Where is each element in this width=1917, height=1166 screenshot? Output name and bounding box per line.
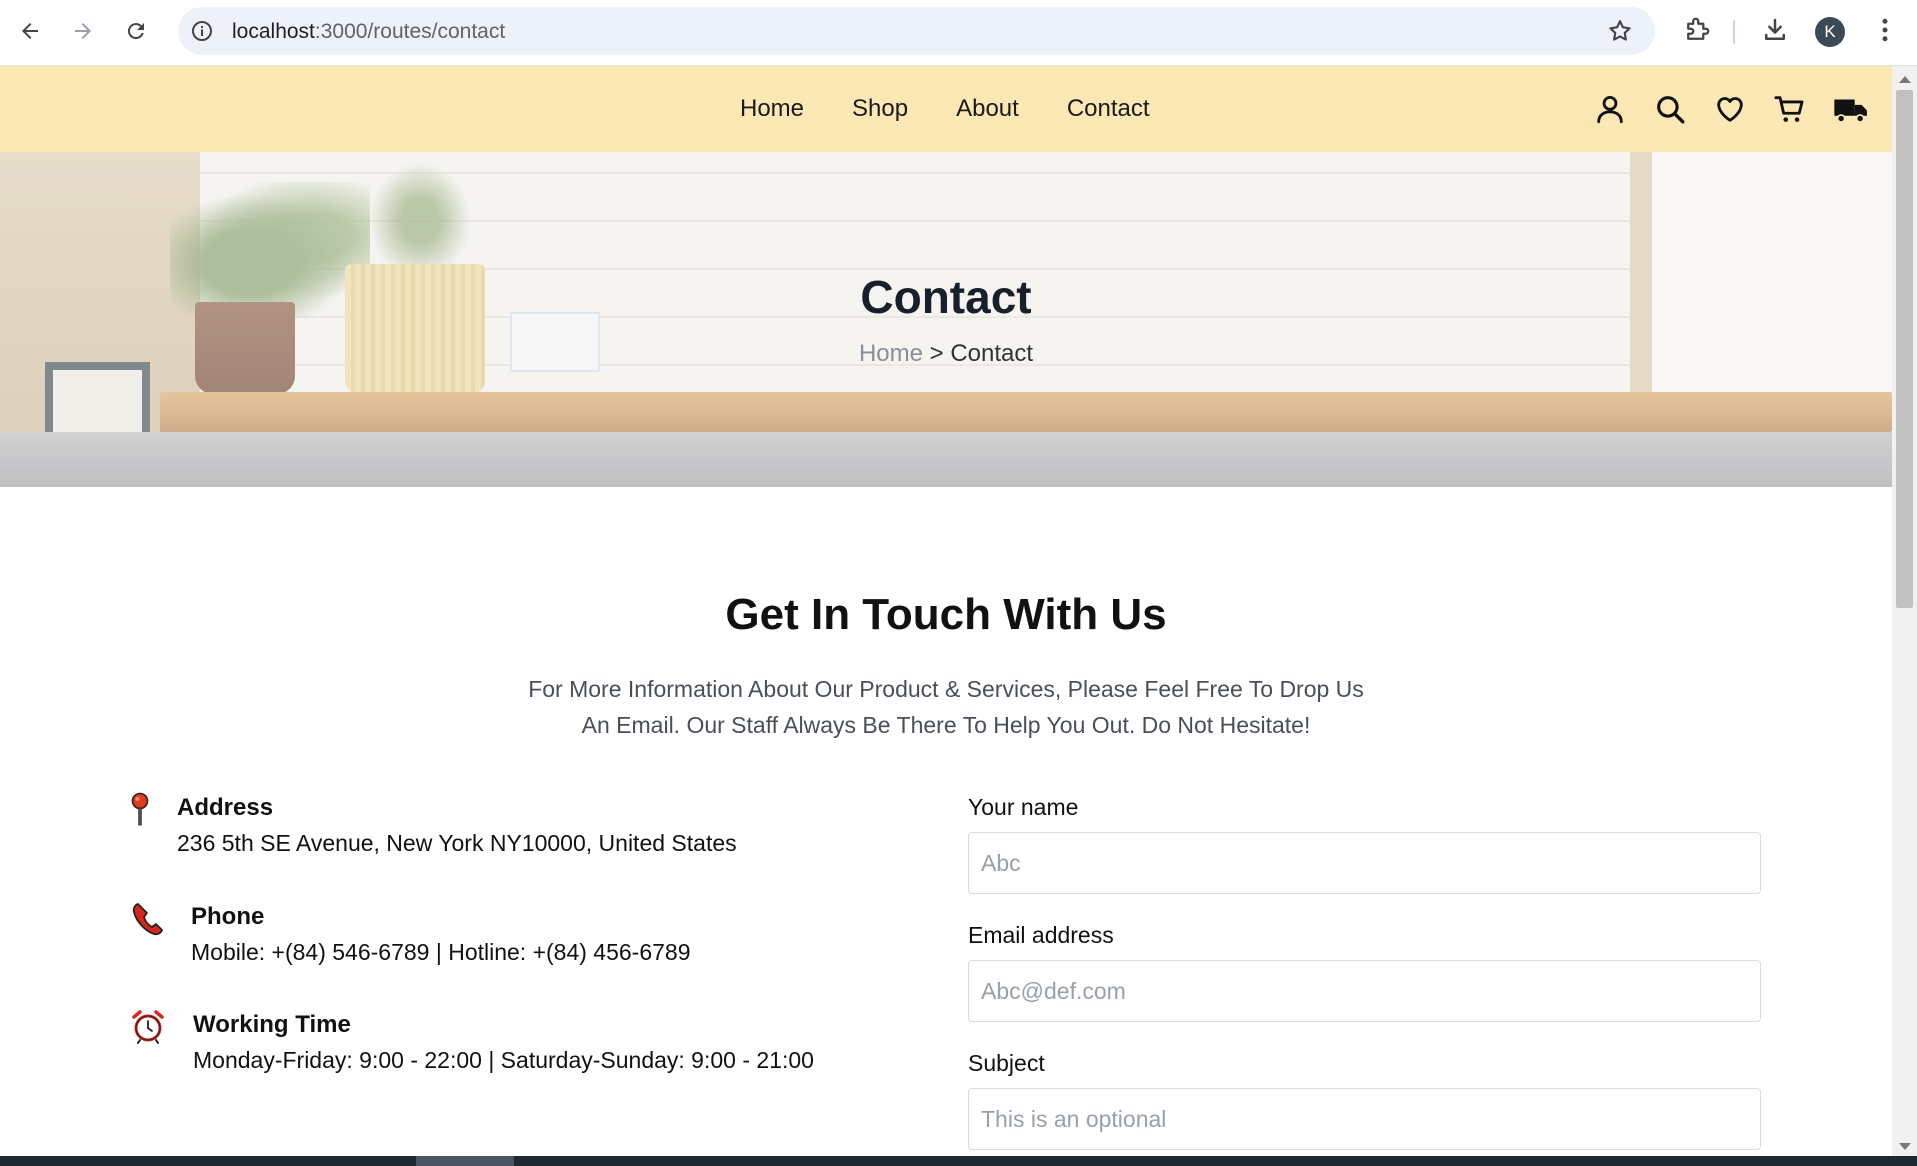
cart-icon[interactable] (1773, 92, 1807, 126)
subject-input[interactable] (968, 1088, 1761, 1150)
address-text: 236 5th SE Avenue, New York NY10000, Uni… (177, 830, 737, 856)
url-host: localhost (232, 20, 315, 43)
heart-icon[interactable] (1713, 92, 1747, 126)
address-bar[interactable]: localhost:3000/routes/contact (178, 7, 1655, 55)
working-time-text: Monday-Friday: 9:00 - 22:00 | Saturday-S… (193, 1047, 814, 1073)
alarm-clock-icon (130, 1008, 166, 1044)
phone-icon (130, 901, 166, 937)
section-description: For More Information About Our Product &… (496, 671, 1396, 743)
profile-avatar[interactable]: K (1815, 17, 1845, 47)
phone-title: Phone (191, 903, 265, 930)
page-scrollbar-thumb[interactable] (1896, 90, 1913, 608)
toolbar-separator (1733, 20, 1735, 44)
horizontal-scrollbar[interactable] (0, 1156, 1917, 1166)
section-heading: Get In Touch With Us (725, 590, 1167, 639)
horizontal-scrollbar-thumb[interactable] (416, 1156, 514, 1166)
reload-icon[interactable] (118, 13, 154, 49)
main-nav: Home Shop About Contact (740, 66, 1198, 152)
scroll-down-arrow-icon[interactable] (1899, 1143, 1911, 1150)
nav-about-link[interactable]: About (956, 95, 1019, 123)
url-path: :3000/routes/contact (314, 20, 506, 43)
working-time-title: Working Time (193, 1011, 351, 1038)
breadcrumb-home-link[interactable]: Home (859, 340, 923, 367)
search-icon[interactable] (1653, 92, 1687, 126)
nav-contact-link[interactable]: Contact (1067, 95, 1150, 123)
forward-arrow-icon[interactable] (65, 13, 101, 49)
extensions-icon[interactable] (1682, 15, 1712, 45)
subject-label: Subject (968, 1050, 1045, 1076)
email-input[interactable] (968, 960, 1761, 1022)
page-banner: Contact Home > Contact (0, 152, 1892, 487)
truck-icon[interactable] (1833, 92, 1871, 126)
bookmark-star-icon[interactable] (1607, 18, 1633, 44)
name-label: Your name (968, 794, 1079, 820)
address-title: Address (177, 794, 274, 821)
description-line: For More Information About Our Product &… (528, 676, 1364, 702)
nav-shop-link[interactable]: Shop (852, 95, 908, 123)
name-input[interactable] (968, 832, 1761, 894)
breadcrumb: Home > Contact (0, 340, 1892, 368)
url-text: localhost:3000/routes/contact (232, 20, 505, 44)
user-icon[interactable] (1593, 92, 1627, 126)
email-label: Email address (968, 922, 1114, 948)
more-vert-icon[interactable] (1870, 15, 1900, 45)
breadcrumb-current: Contact (950, 340, 1034, 367)
page-title: Contact (860, 271, 1032, 323)
breadcrumb-separator: > (922, 340, 951, 367)
scroll-up-arrow-icon[interactable] (1899, 76, 1911, 83)
description-line: An Email. Our Staff Always Be There To H… (581, 712, 1311, 738)
map-pin-icon (128, 792, 164, 828)
download-icon[interactable] (1760, 15, 1790, 45)
nav-home-link[interactable]: Home (740, 95, 804, 123)
phone-text: Mobile: +(84) 546-6789 | Hotline: +(84) … (191, 939, 691, 965)
back-arrow-icon[interactable] (12, 13, 48, 49)
site-info-icon[interactable] (190, 19, 214, 43)
browser-toolbar: localhost:3000/routes/contact K (0, 0, 1917, 66)
